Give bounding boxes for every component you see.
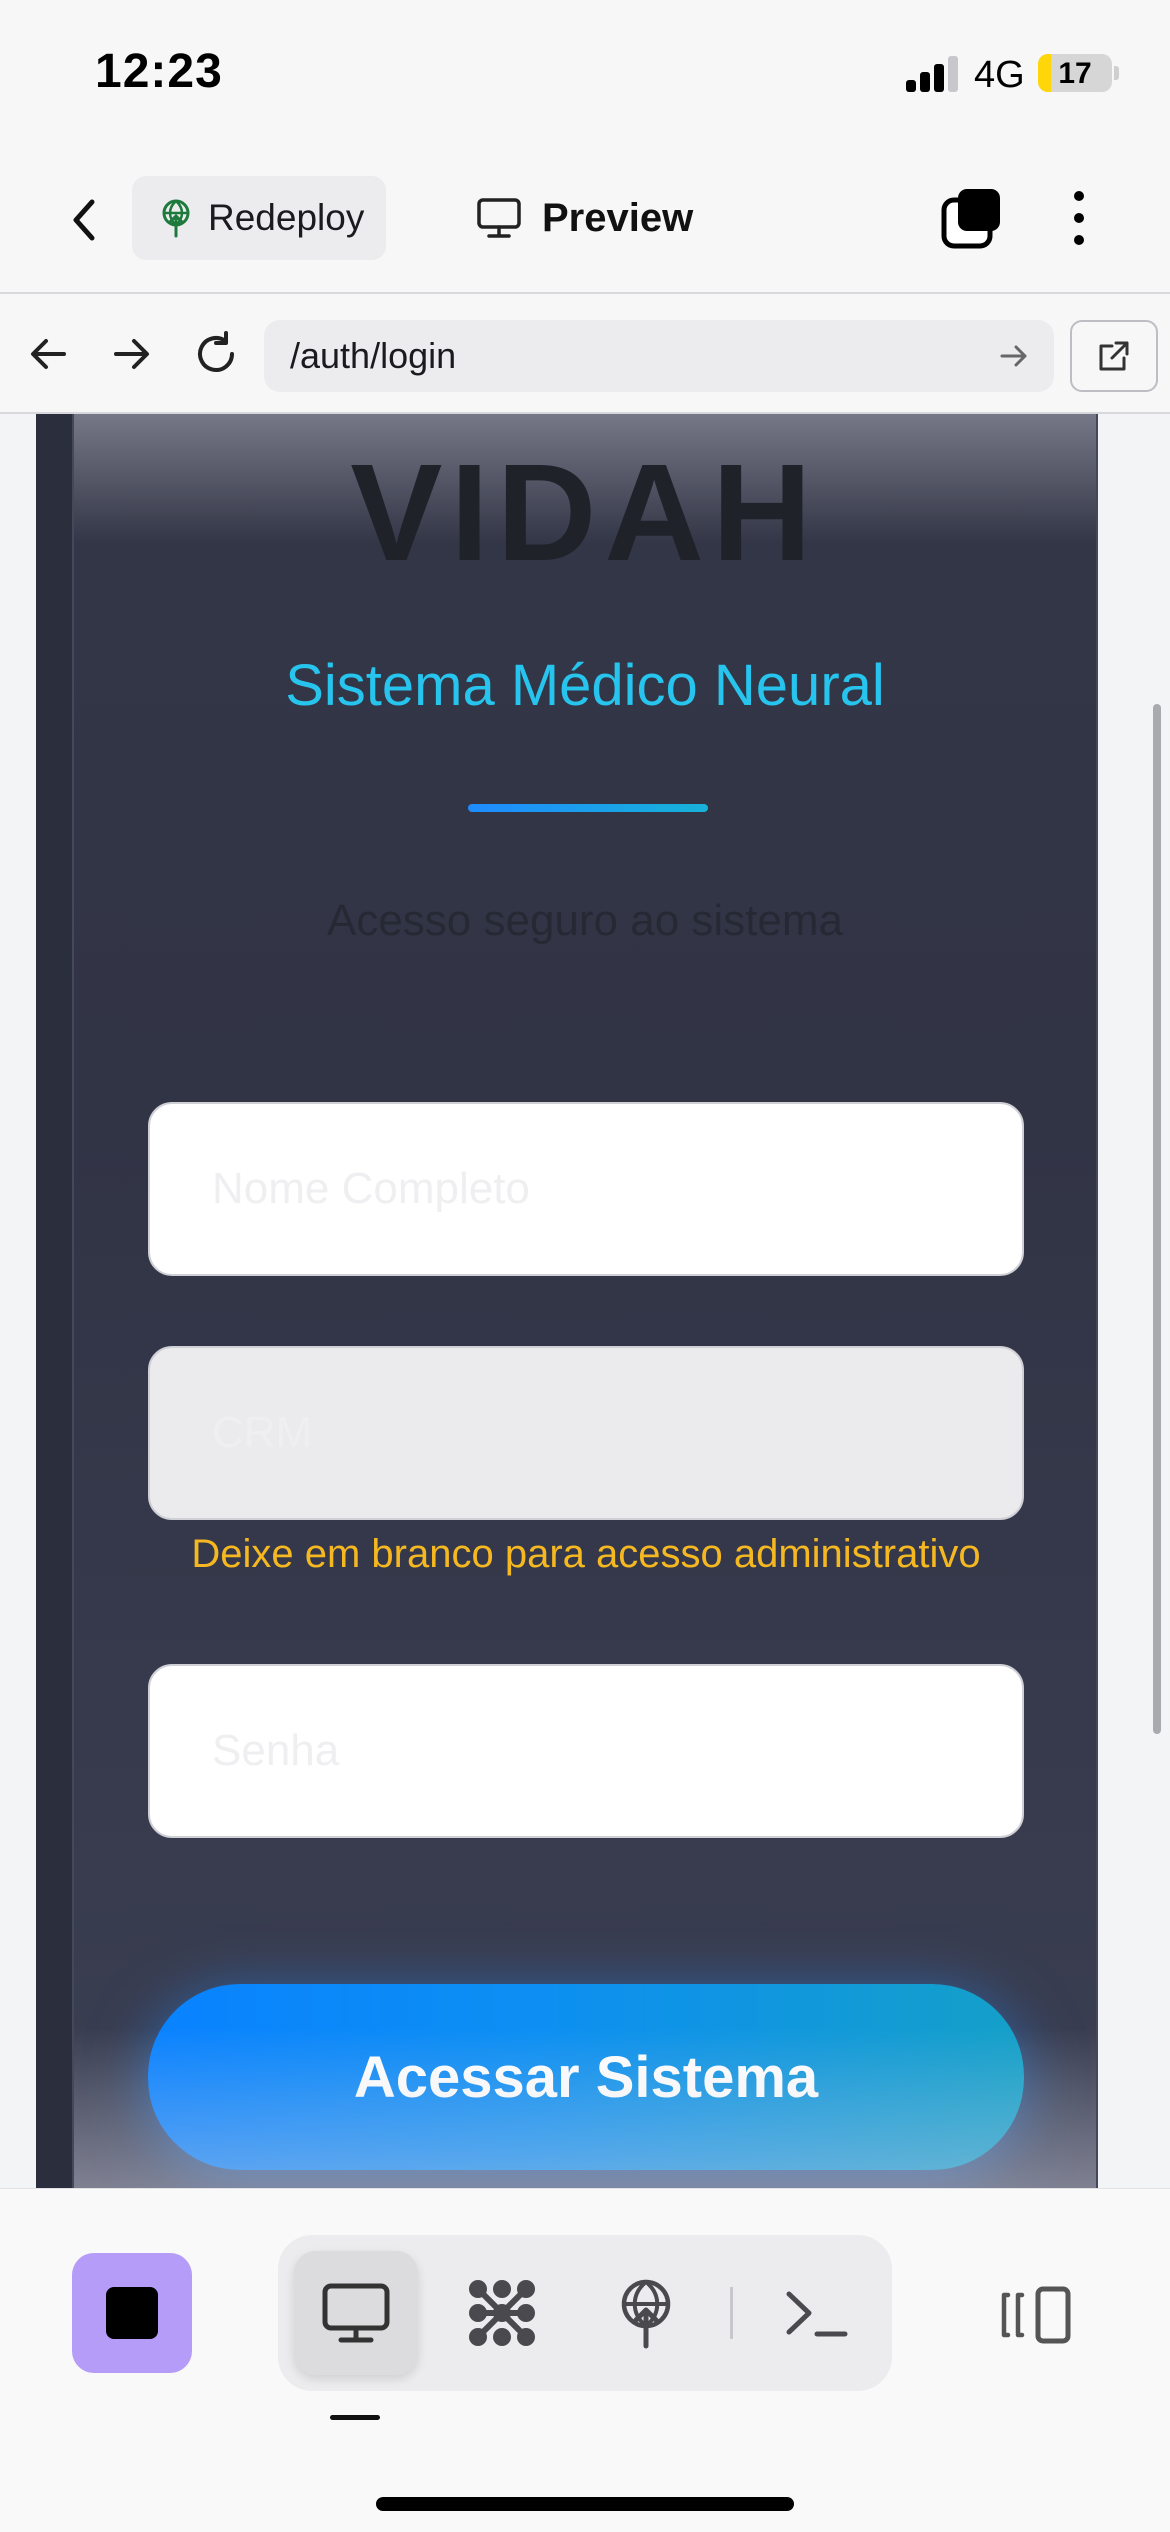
signal-icon [906, 56, 960, 92]
status-time: 12:23 [95, 45, 223, 98]
tool-network[interactable] [440, 2251, 564, 2375]
battery-level: 17 [1058, 57, 1092, 90]
login-tagline: Acesso seguro ao sistema [326, 896, 844, 945]
go-arrow-icon[interactable] [996, 338, 1032, 374]
browser-bar [0, 294, 1170, 414]
redeploy-button[interactable]: Redeploy [132, 176, 386, 260]
tool-deploy[interactable] [584, 2251, 708, 2375]
preview-label: Preview [542, 195, 694, 240]
crm-input[interactable] [148, 1346, 1024, 1520]
tool-terminal[interactable] [754, 2251, 878, 2375]
home-indicator[interactable] [376, 2497, 794, 2511]
open-external-icon [1099, 341, 1129, 371]
battery-tip [1114, 66, 1119, 80]
monitor-icon [322, 2283, 390, 2343]
stop-button[interactable] [72, 2253, 192, 2373]
password-input[interactable] [148, 1664, 1024, 1838]
stop-icon [106, 2287, 158, 2339]
crm-hint: Deixe em branco para acesso administrati… [191, 1532, 981, 1576]
title-divider [468, 804, 708, 812]
network-label: 4G [974, 54, 1025, 96]
redeploy-label: Redeploy [208, 197, 365, 238]
app-header: Redeploy Preview [0, 150, 1170, 294]
reload-icon[interactable] [192, 330, 240, 378]
monitor-icon [477, 198, 521, 238]
web-viewport: VIDAH Sistema Médico Neural Acesso segur… [0, 414, 1170, 2188]
back-icon[interactable] [60, 190, 110, 250]
page-scrollbar[interactable] [1153, 704, 1161, 1734]
tabs-icon[interactable] [940, 186, 1004, 250]
active-tool-indicator [330, 2415, 380, 2420]
terminal-icon [786, 2291, 848, 2337]
tool-group [278, 2235, 892, 2391]
bottom-toolbar [0, 2188, 1170, 2532]
brand-logo-text: VIDAH [350, 436, 820, 590]
battery-icon: 17 [1038, 54, 1112, 92]
preview-tab[interactable]: Preview [476, 186, 693, 250]
more-vertical-icon[interactable] [1064, 186, 1094, 250]
back-arrow-icon[interactable] [24, 330, 72, 378]
name-input[interactable] [148, 1102, 1024, 1276]
tool-preview[interactable] [294, 2251, 418, 2375]
login-subtitle: Sistema Médico Neural [285, 653, 885, 718]
panel-toggle-icon[interactable] [1000, 2283, 1074, 2347]
open-external-button[interactable] [1070, 320, 1158, 392]
login-card: VIDAH Sistema Médico Neural Acesso segur… [72, 414, 1098, 2188]
status-bar: 12:23 4G 17 [0, 0, 1170, 150]
url-input[interactable] [264, 320, 1054, 392]
redeploy-icon [162, 199, 190, 238]
tool-separator [730, 2287, 733, 2339]
forward-arrow-icon[interactable] [108, 330, 156, 378]
card-bottom-glow [74, 2028, 1096, 2188]
network-icon [469, 2280, 535, 2346]
deploy-icon [621, 2279, 671, 2349]
